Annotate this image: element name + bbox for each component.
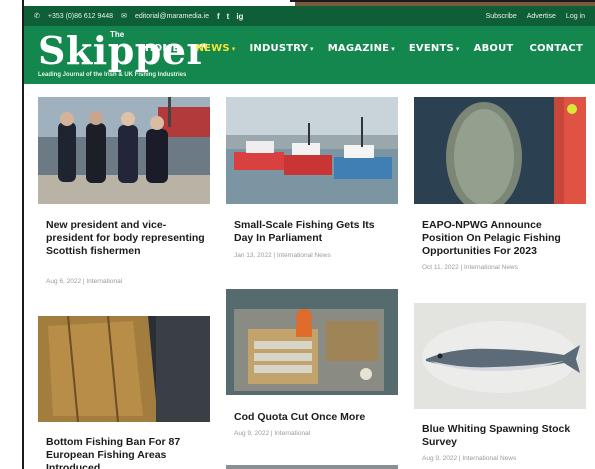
login-link[interactable]: Log in — [566, 13, 585, 20]
chevron-down-icon: ▾ — [310, 45, 314, 53]
main-nav: HOME NEWS ▾ INDUSTRY ▾ MAGAZINE ▾ EVENTS ▾ A… — [145, 43, 585, 54]
twitter-icon[interactable]: t — [227, 12, 230, 21]
email-icon: ✉ — [121, 13, 127, 20]
article-title[interactable]: Cod Quota Cut Once More — [234, 411, 394, 424]
article-card[interactable]: Blue Whiting Spawning Stock Survey Aug 9… — [414, 303, 586, 469]
chevron-down-icon: ▾ — [231, 45, 236, 53]
article-title[interactable]: Bottom Fishing Ban For 87 European Fishi… — [46, 436, 206, 469]
subscribe-link[interactable]: Subscribe — [486, 13, 517, 20]
instagram-icon[interactable]: ig — [236, 12, 243, 21]
article-card[interactable]: Cod Quota Cut Once More Aug 9, 2022 | In… — [226, 289, 398, 469]
article-image[interactable] — [414, 303, 586, 409]
article-image[interactable] — [38, 97, 210, 204]
article-meta: Oct 11, 2022 | International News — [422, 264, 518, 271]
chevron-down-icon: ▾ — [455, 45, 460, 53]
article-meta: Aug 6, 2022 | International — [46, 278, 123, 285]
article-image[interactable] — [226, 289, 398, 395]
email-address[interactable]: editorial@maramedia.ie — [135, 13, 209, 20]
site-header: Skipper The Leading Journal of the Irish… — [24, 26, 595, 84]
nav-magazine[interactable]: MAGAZINE ▾ — [328, 43, 395, 54]
article-title[interactable]: Blue Whiting Spawning Stock Survey — [422, 423, 582, 449]
page: ✆ +353 (0)86 612 9448 ✉ editorial@marame… — [0, 0, 595, 469]
article-image[interactable] — [414, 97, 586, 204]
nav-contact[interactable]: CONTACT — [529, 43, 585, 54]
nav-about[interactable]: ABOUT — [474, 43, 516, 54]
phone-number[interactable]: +353 (0)86 612 9448 — [48, 13, 113, 20]
site-tagline: Leading Journal of the Irish & UK Fishin… — [38, 72, 187, 78]
article-image[interactable] — [226, 97, 398, 204]
article-title[interactable]: EAPO-NPWG Announce Position On Pelagic F… — [422, 219, 582, 258]
nav-home[interactable]: HOME — [145, 43, 181, 54]
logo-the: The — [110, 30, 125, 39]
contact-info: ✆ +353 (0)86 612 9448 ✉ editorial@marame… — [34, 12, 209, 21]
phone-icon: ✆ — [34, 13, 40, 20]
facebook-icon[interactable]: f — [217, 12, 220, 21]
article-image[interactable] — [38, 316, 210, 422]
next-image-edge — [226, 465, 398, 469]
article-meta: Aug 9, 2022 | International News — [422, 455, 517, 462]
article-meta: Aug 9, 2022 | International — [234, 430, 311, 437]
account-links: Subscribe Advertise Log in — [486, 13, 585, 20]
social-links: f t ig — [217, 12, 243, 21]
nav-events[interactable]: EVENTS ▾ — [409, 43, 460, 54]
advertise-link[interactable]: Advertise — [527, 13, 556, 20]
chevron-down-icon: ▾ — [391, 45, 395, 53]
article-meta: Jan 13, 2022 | International News — [234, 252, 331, 259]
article-card[interactable]: EAPO-NPWG Announce Position On Pelagic F… — [414, 97, 586, 277]
article-card[interactable]: Bottom Fishing Ban For 87 European Fishi… — [38, 316, 210, 469]
article-card[interactable]: Small-Scale Fishing Gets Its Day In Parl… — [226, 97, 398, 277]
left-margin — [0, 0, 22, 469]
article-card[interactable]: New president and vice-president for bod… — [38, 97, 210, 297]
article-title[interactable]: New president and vice-president for bod… — [46, 219, 206, 258]
top-bar: ✆ +353 (0)86 612 9448 ✉ editorial@marame… — [24, 6, 595, 26]
nav-industry[interactable]: INDUSTRY ▾ — [250, 43, 314, 54]
nav-news[interactable]: NEWS ▾ — [196, 43, 236, 54]
article-title[interactable]: Small-Scale Fishing Gets Its Day In Parl… — [234, 219, 394, 245]
